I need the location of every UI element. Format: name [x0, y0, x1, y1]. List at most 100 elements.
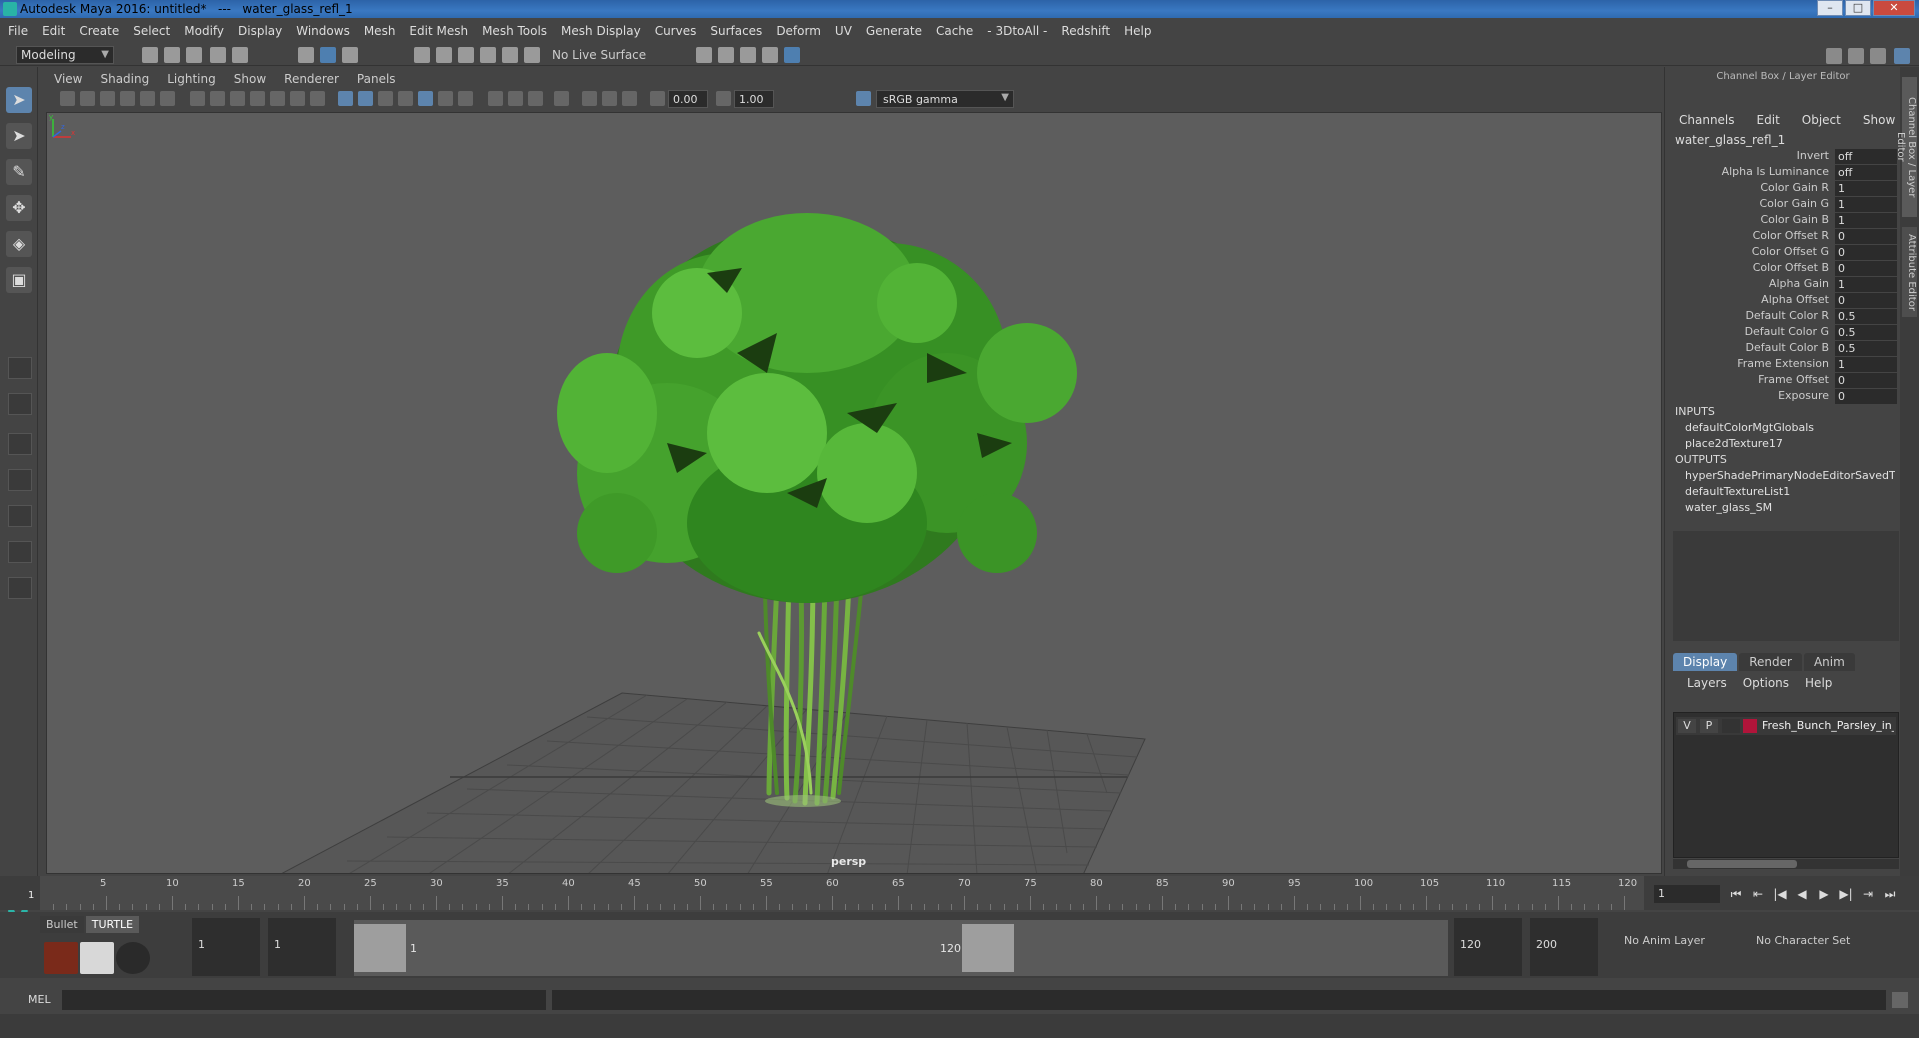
- rotate-tool-button[interactable]: ◈: [6, 231, 32, 257]
- viewport-menu-shading[interactable]: Shading: [100, 72, 149, 86]
- menu-file[interactable]: File: [8, 24, 28, 38]
- cb-menu-edit[interactable]: Edit: [1757, 113, 1780, 127]
- attr-value[interactable]: 0: [1835, 229, 1897, 244]
- render-frame-icon[interactable]: [718, 47, 734, 63]
- layer-visibility-toggle[interactable]: V: [1678, 719, 1696, 733]
- animation-start-field[interactable]: 1: [192, 918, 260, 976]
- grid-toggle-icon[interactable]: [190, 91, 205, 106]
- attr-row[interactable]: Frame Extension 1: [1665, 357, 1897, 373]
- persp-outliner-layout-button[interactable]: [8, 433, 32, 455]
- menu-3dtoall[interactable]: - 3DtoAll -: [987, 24, 1047, 38]
- layer-menu-help[interactable]: Help: [1805, 676, 1832, 690]
- persp-render-layout-button[interactable]: [8, 541, 32, 563]
- attr-row[interactable]: Alpha Is Luminance off: [1665, 165, 1897, 181]
- attr-value[interactable]: 0.5: [1835, 325, 1897, 340]
- side-tab-attribute-editor[interactable]: Attribute Editor: [1902, 227, 1917, 317]
- gamma-icon[interactable]: [716, 91, 731, 106]
- menu-deform[interactable]: Deform: [776, 24, 821, 38]
- modeling-toolkit-icon[interactable]: [1826, 48, 1842, 64]
- attribute-editor-toggle-icon[interactable]: [1848, 48, 1864, 64]
- step-back-frame-button[interactable]: |◀: [1772, 886, 1788, 902]
- anti-aliasing-icon[interactable]: [528, 91, 543, 106]
- xray-icon[interactable]: [582, 91, 597, 106]
- grease-pencil-icon[interactable]: [160, 91, 175, 106]
- save-scene-icon[interactable]: [186, 47, 202, 63]
- viewport-menu-show[interactable]: Show: [234, 72, 266, 86]
- attr-row[interactable]: Color Gain B 1: [1665, 213, 1897, 229]
- menu-surfaces[interactable]: Surfaces: [710, 24, 762, 38]
- exposure-icon[interactable]: [650, 91, 665, 106]
- tab-display[interactable]: Display: [1673, 653, 1738, 671]
- step-forward-key-button[interactable]: ⇥: [1860, 886, 1876, 902]
- step-back-key-button[interactable]: ⇤: [1750, 886, 1766, 902]
- playback-end-field[interactable]: 120: [1454, 918, 1522, 976]
- layer-playback-toggle[interactable]: P: [1700, 719, 1718, 733]
- attr-value[interactable]: 1: [1835, 357, 1897, 372]
- menu-mesh-display[interactable]: Mesh Display: [561, 24, 641, 38]
- layer-display-type-toggle[interactable]: [1722, 719, 1740, 733]
- wireframe-on-shaded-icon[interactable]: [378, 91, 393, 106]
- wireframe-icon[interactable]: [338, 91, 353, 106]
- use-all-lights-icon[interactable]: [438, 91, 453, 106]
- menu-mesh[interactable]: Mesh: [364, 24, 396, 38]
- view-transform-dropdown[interactable]: sRGB gamma ▼: [876, 90, 1014, 108]
- menu-mesh-tools[interactable]: Mesh Tools: [482, 24, 547, 38]
- attr-row[interactable]: Color Offset R 0: [1665, 229, 1897, 245]
- close-button[interactable]: ✕: [1873, 0, 1915, 16]
- output-node[interactable]: defaultTextureList1: [1685, 485, 1895, 498]
- xray-components-icon[interactable]: [622, 91, 637, 106]
- layer-color-swatch[interactable]: [1743, 719, 1757, 733]
- exposure-field[interactable]: 0.00: [668, 90, 708, 108]
- layer-menu-layers[interactable]: Layers: [1687, 676, 1727, 690]
- anim-layer-dropdown[interactable]: No Anim Layer: [1624, 934, 1705, 947]
- persp-graph-layout-button[interactable]: [8, 469, 32, 491]
- character-set-dropdown[interactable]: No Character Set: [1756, 934, 1850, 947]
- viewport-menu-lighting[interactable]: Lighting: [167, 72, 216, 86]
- layer-menu-options[interactable]: Options: [1743, 676, 1789, 690]
- snap-grid-icon[interactable]: [414, 47, 430, 63]
- output-node[interactable]: hyperShadePrimaryNodeEditorSavedT...: [1685, 469, 1895, 482]
- menu-curves[interactable]: Curves: [655, 24, 697, 38]
- attr-row[interactable]: Default Color R 0.5: [1665, 309, 1897, 325]
- range-slider-track[interactable]: 1 120: [354, 920, 1448, 976]
- attr-row[interactable]: Exposure 0: [1665, 389, 1897, 405]
- render-view-icon[interactable]: [762, 47, 778, 63]
- isolate-select-icon[interactable]: [554, 91, 569, 106]
- attr-row[interactable]: Color Gain R 1: [1665, 181, 1897, 197]
- scale-tool-button[interactable]: ▣: [6, 267, 32, 293]
- range-end-handle[interactable]: [962, 924, 1014, 972]
- shelf-tab-turtle[interactable]: TURTLE: [85, 916, 140, 933]
- attr-value[interactable]: 0: [1835, 261, 1897, 276]
- select-hierarchy-icon[interactable]: [298, 47, 314, 63]
- single-perspective-layout-button[interactable]: [8, 357, 32, 379]
- menu-generate[interactable]: Generate: [866, 24, 922, 38]
- menu-select[interactable]: Select: [133, 24, 170, 38]
- attr-value[interactable]: 0.5: [1835, 309, 1897, 324]
- turtle-bake-icon[interactable]: [80, 942, 114, 974]
- menu-redshift[interactable]: Redshift: [1061, 24, 1110, 38]
- menu-set-dropdown[interactable]: Modeling ▼: [16, 46, 114, 64]
- cb-menu-show[interactable]: Show: [1863, 113, 1895, 127]
- menu-display[interactable]: Display: [238, 24, 282, 38]
- shadows-icon[interactable]: [458, 91, 473, 106]
- play-forwards-button[interactable]: ▶: [1816, 886, 1832, 902]
- attr-row[interactable]: Frame Offset 0: [1665, 373, 1897, 389]
- redo-icon[interactable]: [232, 47, 248, 63]
- xray-joints-icon[interactable]: [602, 91, 617, 106]
- open-scene-icon[interactable]: [164, 47, 180, 63]
- selected-node-name[interactable]: water_glass_refl_1: [1675, 133, 1785, 147]
- minimize-button[interactable]: –: [1817, 0, 1843, 16]
- layer-row[interactable]: V P Fresh_Bunch_Parsley_in_: [1676, 717, 1896, 735]
- make-live-icon[interactable]: [524, 47, 540, 63]
- color-management-icon[interactable]: [856, 91, 871, 106]
- attr-row[interactable]: Color Offset B 0: [1665, 261, 1897, 277]
- side-tab-channel-box[interactable]: Channel Box / Layer Editor: [1895, 77, 1917, 217]
- menu-help[interactable]: Help: [1124, 24, 1151, 38]
- menu-uv[interactable]: UV: [835, 24, 852, 38]
- custom-layout-button[interactable]: [8, 577, 32, 599]
- render-settings-icon[interactable]: [696, 47, 712, 63]
- attr-row[interactable]: Default Color G 0.5: [1665, 325, 1897, 341]
- snap-view-plane-icon[interactable]: [502, 47, 518, 63]
- snap-point-icon[interactable]: [458, 47, 474, 63]
- hypershade-icon[interactable]: [784, 47, 800, 63]
